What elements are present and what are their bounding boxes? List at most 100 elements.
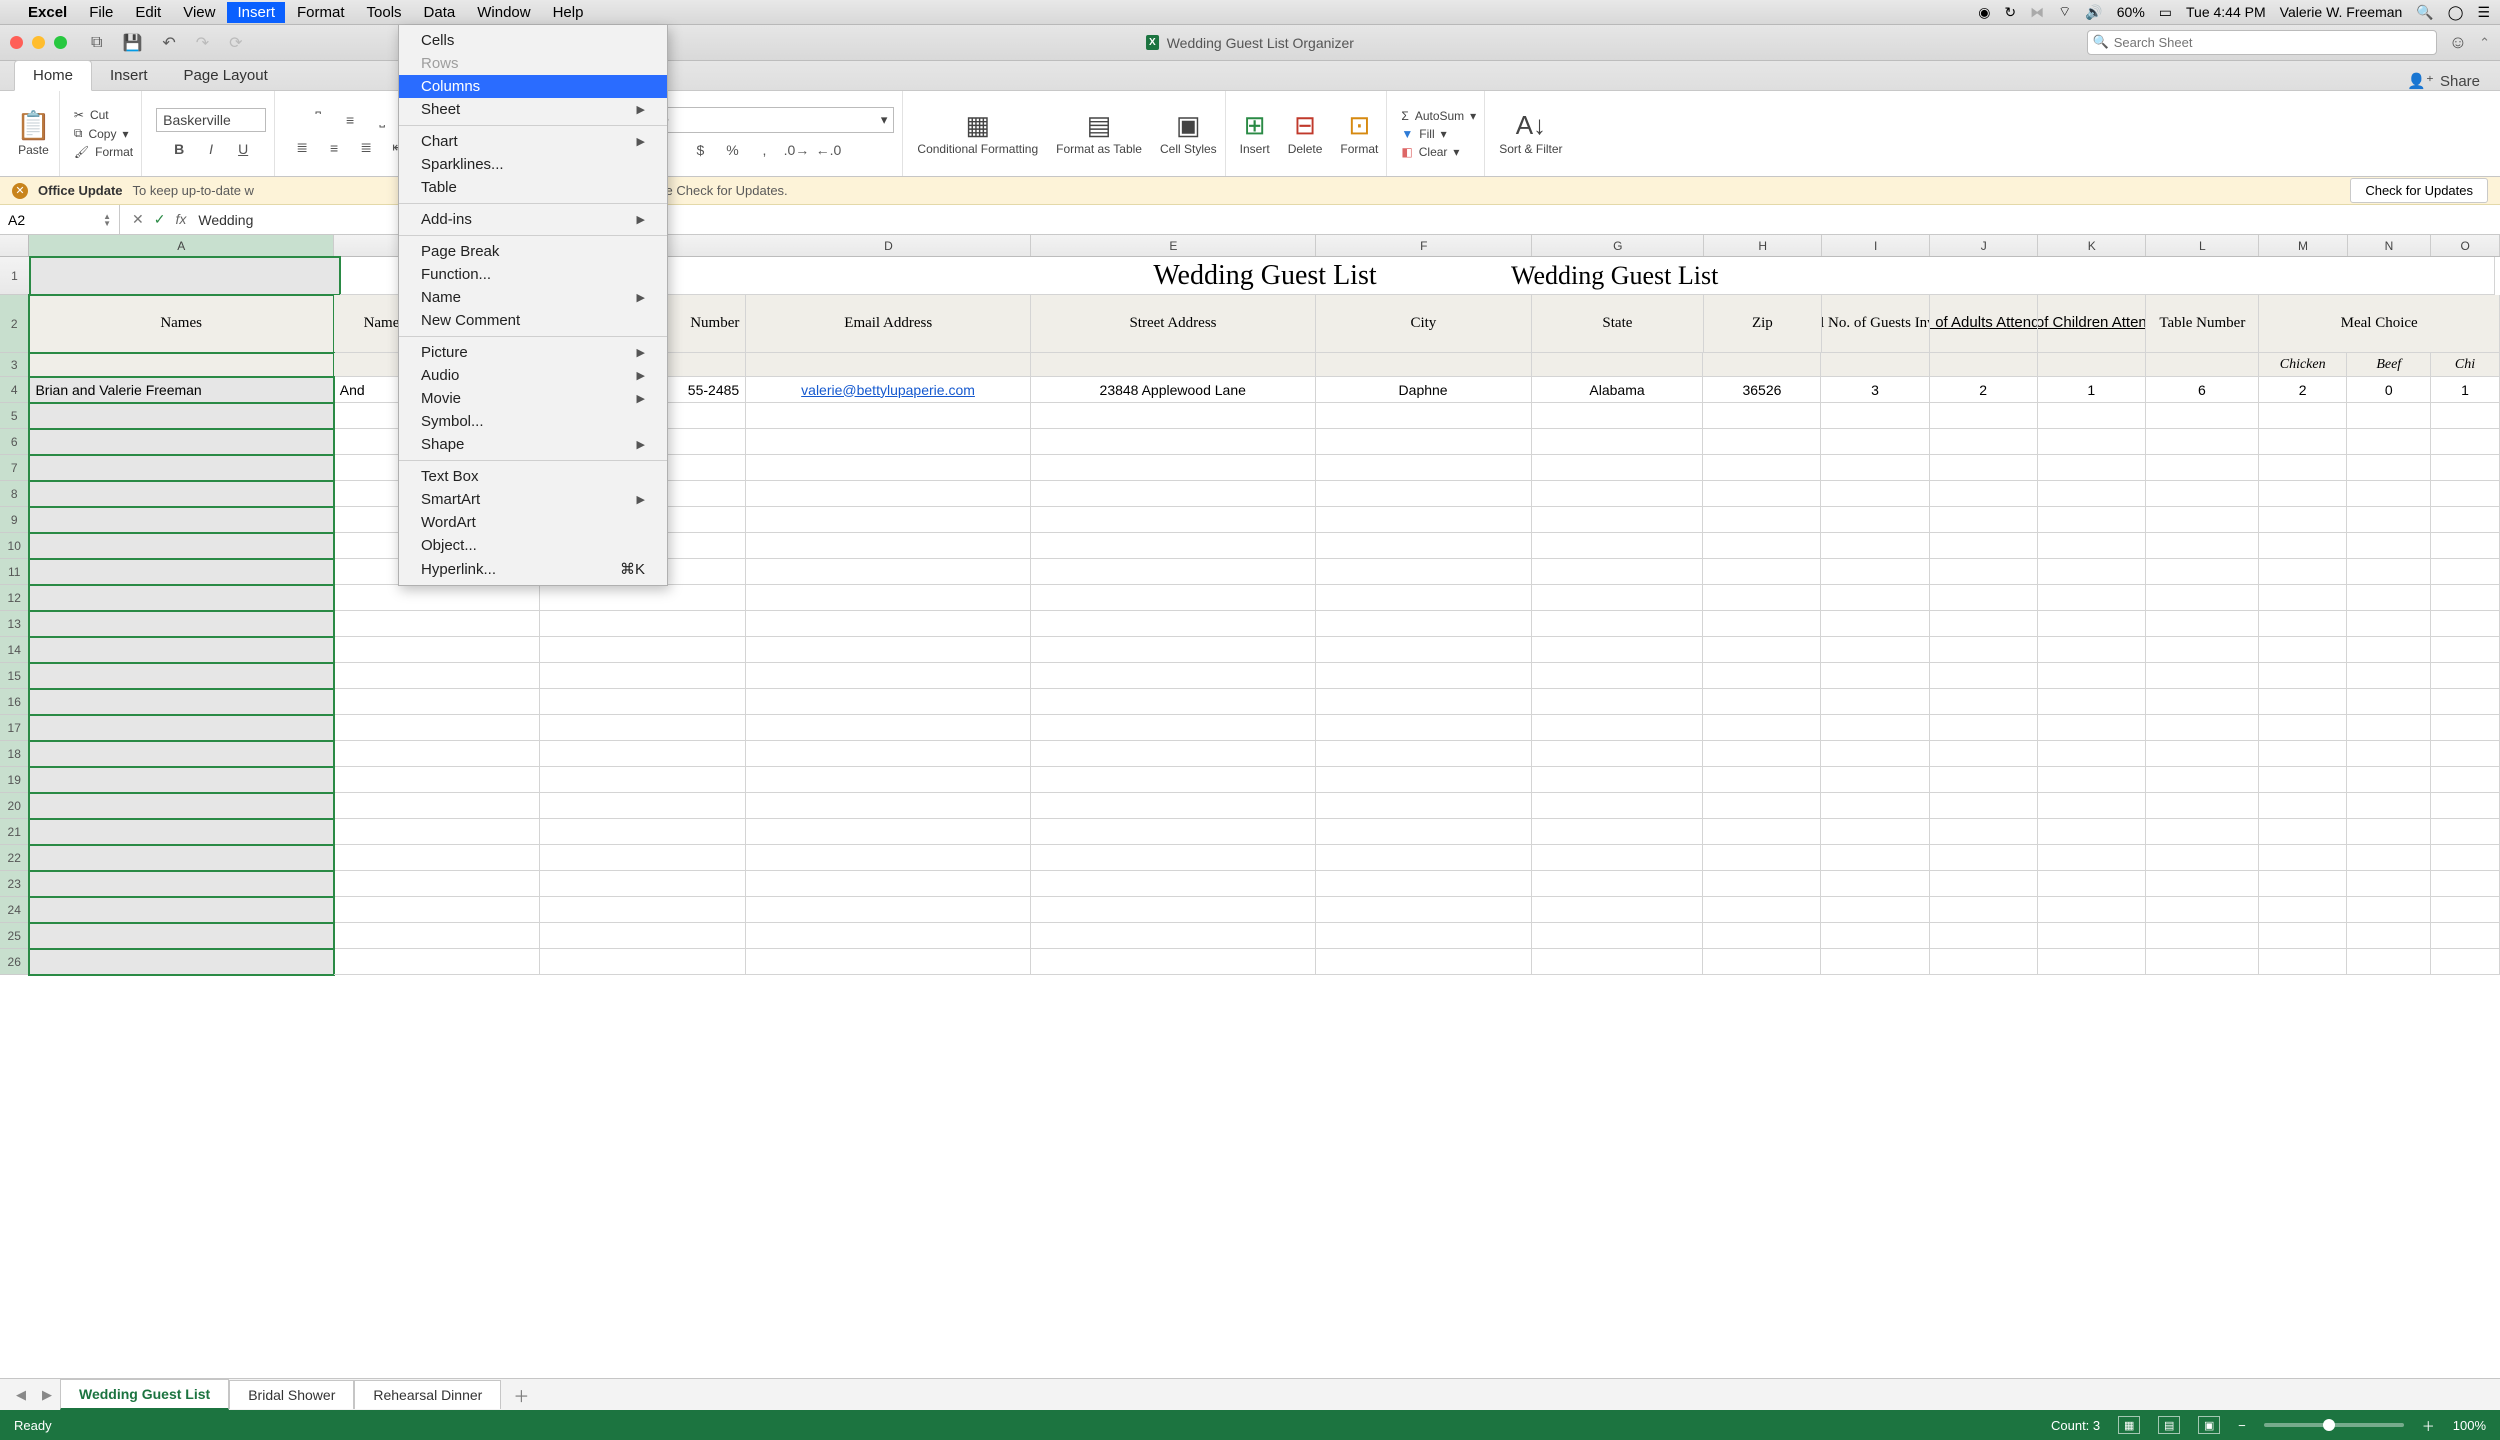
autosave-icon[interactable]: ⧉ [87,32,106,54]
cell-l14[interactable] [2146,637,2259,663]
fill-button[interactable]: ▼Fill ▾ [1401,127,1476,141]
cell-f19[interactable] [1316,767,1532,793]
row-header-2[interactable]: 2 [0,295,29,353]
paste-icon[interactable]: 📋 [16,109,51,142]
cell-d18[interactable] [746,741,1031,767]
cell-f15[interactable] [1316,663,1532,689]
row-header-23[interactable]: 23 [0,871,29,897]
cell-c17[interactable] [540,715,746,741]
menu-edit[interactable]: Edit [125,2,171,23]
cell-g17[interactable] [1532,715,1704,741]
bluetooth-icon[interactable]: ⧓ [2030,4,2044,21]
spotlight-icon[interactable]: 🔍 [2416,4,2433,21]
cell-n16[interactable] [2347,689,2431,715]
cell-a26[interactable] [29,949,333,975]
row-header-5[interactable]: 5 [0,403,29,429]
cell-m8[interactable] [2259,481,2348,507]
row-header-15[interactable]: 15 [0,663,29,689]
cell-h21[interactable] [1703,819,1821,845]
cell-d4[interactable]: valerie@bettylupaperie.com [746,377,1031,403]
cell-a14[interactable] [29,637,333,663]
cell-m13[interactable] [2259,611,2348,637]
cell-c13[interactable] [540,611,746,637]
inc-decimal-icon[interactable]: .0→ [783,139,809,161]
cancel-formula-icon[interactable]: ✕ [132,211,144,228]
cell-n20[interactable] [2347,793,2431,819]
menu-item-name[interactable]: Name▶ [399,286,667,309]
cell-e19[interactable] [1031,767,1316,793]
cell-d20[interactable] [746,793,1031,819]
cell-n25[interactable] [2347,923,2431,949]
cell-d7[interactable] [746,455,1031,481]
cell-k11[interactable] [2038,559,2146,585]
menu-item-cells[interactable]: Cells [399,29,667,52]
cell-o20[interactable] [2431,793,2500,819]
cell-g19[interactable] [1532,767,1704,793]
col-header-i[interactable]: I [1822,235,1930,256]
menu-window[interactable]: Window [467,2,540,23]
cell-n9[interactable] [2347,507,2431,533]
cell-g16[interactable] [1532,689,1704,715]
menu-item-shape[interactable]: Shape▶ [399,433,667,456]
sheet-tab-wedding[interactable]: Wedding Guest List [60,1379,229,1410]
cell-k25[interactable] [2038,923,2146,949]
cell-k17[interactable] [2038,715,2146,741]
cell-b12[interactable] [334,585,540,611]
format-cells-icon[interactable]: ⊡ [1340,110,1378,141]
update-close-icon[interactable]: ✕ [12,183,28,199]
cell-a16[interactable] [29,689,333,715]
menu-item-hyperlink-[interactable]: Hyperlink...⌘K [399,557,667,581]
cell-c23[interactable] [540,871,746,897]
cell-a6[interactable] [29,429,333,455]
cell-o25[interactable] [2431,923,2500,949]
cell-g25[interactable] [1532,923,1704,949]
cell-d25[interactable] [746,923,1031,949]
cell-m14[interactable] [2259,637,2348,663]
cell-hdr-names[interactable]: Names [29,295,333,353]
cell-styles-icon[interactable]: ▣ [1160,110,1217,141]
cell-g12[interactable] [1532,585,1704,611]
cell-h24[interactable] [1703,897,1821,923]
cell-i16[interactable] [1821,689,1929,715]
menu-view[interactable]: View [173,2,225,23]
cell-o11[interactable] [2431,559,2500,585]
cell-m22[interactable] [2259,845,2348,871]
cell-l5[interactable] [2146,403,2259,429]
cell-i9[interactable] [1821,507,1929,533]
cell-n6[interactable] [2347,429,2431,455]
fx-icon[interactable]: fx [175,211,186,228]
insert-cells-icon[interactable]: ⊞ [1240,110,1270,141]
cell-o22[interactable] [2431,845,2500,871]
cell-a13[interactable] [29,611,333,637]
cell-g5[interactable] [1532,403,1704,429]
cell-m25[interactable] [2259,923,2348,949]
cell-i26[interactable] [1821,949,1929,975]
cell-l20[interactable] [2146,793,2259,819]
zoom-out-icon[interactable]: − [2238,1418,2246,1433]
zoom-slider[interactable] [2264,1423,2404,1427]
cell-l10[interactable] [2146,533,2259,559]
menu-item-smartart[interactable]: SmartArt▶ [399,488,667,511]
cell-m20[interactable] [2259,793,2348,819]
cell-h10[interactable] [1703,533,1821,559]
cell-k5[interactable] [2038,403,2146,429]
percent-icon[interactable]: % [719,139,745,161]
cell-o23[interactable] [2431,871,2500,897]
cell-e21[interactable] [1031,819,1316,845]
menu-item-wordart[interactable]: WordArt [399,511,667,534]
font-select[interactable]: Baskerville [156,108,266,132]
cell-l4[interactable]: 6 [2146,377,2259,403]
formula-content[interactable]: Wedding [198,212,253,228]
name-box[interactable]: A2 ▲▼ [0,205,120,234]
cell-n24[interactable] [2347,897,2431,923]
sheet-tab-rehearsal[interactable]: Rehearsal Dinner [354,1380,501,1409]
cell-e26[interactable] [1031,949,1316,975]
cell-m7[interactable] [2259,455,2348,481]
cell-c15[interactable] [540,663,746,689]
add-sheet-button[interactable]: ＋ [501,1379,541,1411]
cell-d17[interactable] [746,715,1031,741]
col-header-h[interactable]: H [1704,235,1822,256]
row-header-18[interactable]: 18 [0,741,29,767]
cell-f22[interactable] [1316,845,1532,871]
cell-g23[interactable] [1532,871,1704,897]
